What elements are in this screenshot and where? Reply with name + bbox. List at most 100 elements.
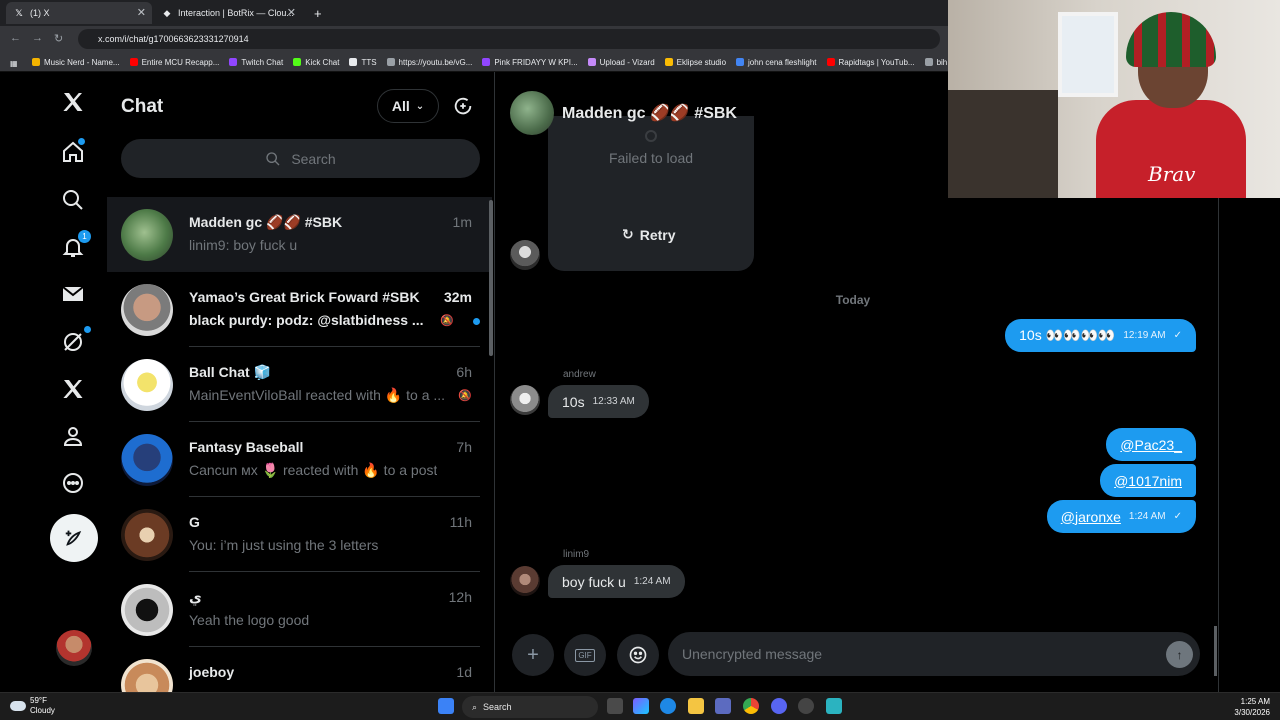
x-logo-icon[interactable] [58, 87, 88, 117]
chrome-icon[interactable] [743, 698, 759, 714]
conversation-time: 1m [452, 214, 472, 230]
windows-start-icon[interactable] [438, 698, 454, 714]
send-button[interactable]: ↑ [1166, 641, 1193, 668]
clock-date: 3/30/2026 [1234, 708, 1270, 717]
conversation-item[interactable]: Ball Chat 🧊 6h MainEventViloBall reacted… [107, 347, 492, 422]
bookmark-item[interactable]: Pink FRIDAYY W KPI... [482, 52, 578, 71]
message-text: boy fuck u [562, 573, 626, 590]
bookmark-item[interactable]: TTS [349, 52, 377, 71]
bookmark-item[interactable]: Upload - Vizard [587, 52, 655, 71]
close-tab-icon[interactable]: ✕ [287, 6, 296, 19]
page-title: Chat [121, 96, 164, 117]
conversation-item[interactable]: Fantasy Baseball 7h Cancun ᴍx 🌷 reacted … [107, 422, 492, 497]
message-bubble-incoming[interactable]: 10s 12:33 AM [548, 385, 649, 418]
obs-icon[interactable] [798, 698, 814, 714]
mention-link[interactable]: @Pac23_ [1120, 437, 1182, 453]
conversation-item[interactable]: G 11h You: i’m just using the 3 letters [107, 497, 492, 572]
bookmarks-bar: ▦ Music Nerd - Name... Entire MCU Recapp.… [0, 52, 948, 72]
edge-icon[interactable] [660, 698, 676, 714]
retry-button[interactable]: ↻ Retry [622, 226, 676, 243]
bookmark-item[interactable]: Rapidtags | YouTub... [826, 52, 915, 71]
search-input[interactable]: Search [121, 139, 480, 178]
bookmark-favicon-icon [293, 58, 302, 66]
conversation-item[interactable]: Yamao’s Great Brick Foward #SBK 32m blac… [107, 272, 492, 347]
bookmark-item[interactable]: Entire MCU Recapp... [129, 52, 220, 71]
avatar [121, 359, 173, 411]
store-icon[interactable] [715, 698, 731, 714]
url-field[interactable]: x.com/i/chat/g1700663623331270914 [78, 29, 940, 49]
conversation-header[interactable]: Madden gc 🏈🏈 #SBK [510, 91, 737, 135]
compose-post-button[interactable] [50, 514, 98, 562]
message-bubble-outgoing[interactable]: @jaronxe 1:24 AM ✓ [1046, 500, 1196, 533]
message-bubble-outgoing[interactable]: @1017nim [1100, 464, 1196, 497]
emoji-icon [629, 646, 647, 664]
bookmark-favicon-icon [229, 58, 238, 66]
message-bubble-incoming[interactable]: boy fuck u 1:24 AM [548, 565, 685, 598]
browser-tab-bar: 𝕏 (1) X ✕ ◆ Interaction | BotRix — Clou.… [0, 0, 948, 26]
discord-icon[interactable] [771, 698, 787, 714]
taskbar-search[interactable]: ⌕ Search [462, 696, 598, 718]
close-tab-icon[interactable]: ✕ [137, 6, 146, 19]
emoji-button[interactable] [617, 634, 659, 676]
system-clock[interactable]: 1:25 AM 3/30/2026 [1234, 696, 1270, 718]
new-tab-button[interactable]: + [306, 2, 326, 24]
mention-link[interactable]: @1017nim [1114, 473, 1182, 489]
mention-link[interactable]: @jaronxe [1061, 509, 1121, 525]
explore-icon[interactable] [58, 185, 88, 215]
avatar [121, 509, 173, 561]
conversation-preview: Yeah the logo good [189, 612, 310, 628]
conversation-name: Yamao’s Great Brick Foward #SBK [189, 289, 420, 305]
bookmark-item[interactable]: Music Nerd - Name... [32, 52, 120, 71]
copilot-icon[interactable] [633, 698, 649, 714]
search-placeholder: Search [291, 150, 336, 167]
gif-button[interactable]: GIF [564, 634, 606, 676]
conversation-time: 11h [449, 514, 472, 530]
new-chat-button[interactable] [449, 92, 477, 120]
profile-icon[interactable] [58, 421, 88, 451]
bookmark-item[interactable]: Eklipse studio [664, 52, 726, 71]
back-icon[interactable]: ← [10, 32, 21, 44]
message-bubble-outgoing[interactable]: @Pac23_ [1106, 428, 1196, 461]
bookmark-label: Entire MCU Recapp... [141, 57, 220, 67]
reload-icon[interactable]: ↻ [54, 32, 63, 45]
bookmark-favicon-icon [736, 58, 745, 66]
tab-botrix[interactable]: ◆ Interaction | BotRix — Clou... ✕ [154, 2, 302, 24]
conversation-name: Fantasy Baseball [189, 439, 304, 455]
bookmark-item[interactable]: john cena fleshlight [736, 52, 817, 71]
bookmark-favicon-icon [924, 58, 933, 66]
conversation-scrollbar[interactable] [1214, 626, 1217, 676]
file-explorer-icon[interactable] [688, 698, 704, 714]
message-text: 10s 👀👀👀👀 [1019, 327, 1116, 343]
premium-x-icon[interactable] [58, 374, 88, 404]
list-scrollbar[interactable] [489, 200, 493, 356]
plus-icon: + [527, 643, 539, 666]
messages-icon[interactable] [58, 279, 88, 309]
conversation-item[interactable]: Madden gc 🏈🏈 #SBK 1m linim9: boy fuck u [107, 197, 492, 272]
conversation-name: joeboy [189, 664, 235, 680]
grok-icon[interactable] [58, 327, 88, 357]
more-icon[interactable] [58, 468, 88, 498]
conversation-item[interactable]: joeboy 1d [107, 647, 492, 692]
sender-avatar [510, 566, 540, 596]
tab-title: (1) X [30, 8, 50, 18]
bookmark-item[interactable]: https://youtu.be/vG... [386, 52, 472, 71]
bookmark-item[interactable]: Twitch Chat [229, 52, 283, 71]
conversation-item[interactable]: ي 12h Yeah the logo good [107, 572, 492, 647]
message-input[interactable] [668, 632, 1200, 676]
task-view-icon[interactable] [607, 698, 623, 714]
message-time: 1:24 AM [633, 576, 671, 587]
notepad-icon[interactable] [826, 698, 842, 714]
tab-x[interactable]: 𝕏 (1) X ✕ [6, 2, 152, 24]
forward-icon[interactable]: → [32, 32, 43, 44]
weather-widget[interactable]: 59°F Cloudy [10, 696, 55, 716]
filter-dropdown[interactable]: All ⌄ [377, 89, 439, 123]
account-avatar[interactable] [56, 630, 92, 666]
bookmark-item[interactable]: Kick Chat [293, 52, 339, 71]
apps-icon[interactable]: ▦ [10, 54, 18, 72]
add-attachment-button[interactable]: + [512, 634, 554, 676]
grok-unread-dot [84, 326, 91, 333]
pane-divider [1218, 198, 1219, 692]
conversation-name: Madden gc 🏈🏈 #SBK [189, 214, 343, 230]
bookmark-item[interactable]: bih links [924, 52, 948, 71]
message-bubble-outgoing[interactable]: 10s 👀👀👀👀 12:19 AM ✓ [1005, 319, 1196, 352]
